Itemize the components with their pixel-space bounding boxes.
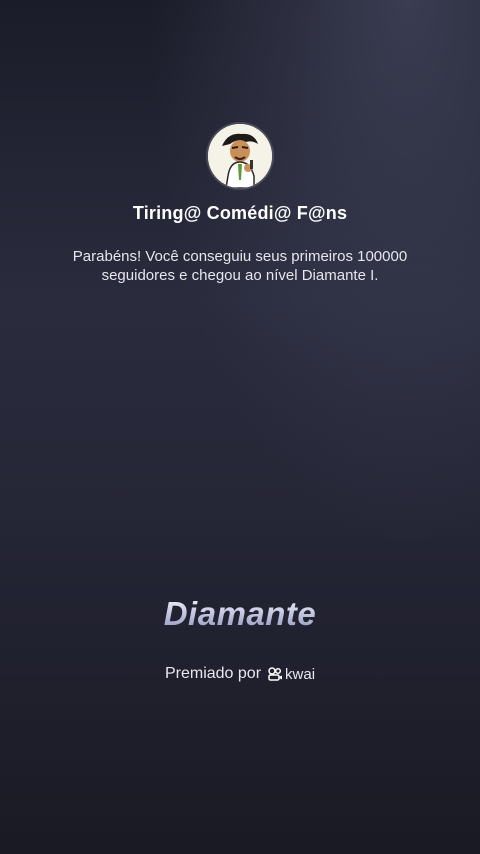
- brand: kwai: [267, 666, 315, 683]
- avatar[interactable]: [208, 124, 272, 188]
- awarded-by: Premiado por kwai: [0, 665, 480, 683]
- congratulations-message: Parabéns! Você conseguiu seus primeiros …: [72, 248, 408, 284]
- awarded-by-label: Premiado por: [164, 665, 262, 682]
- level-title: Diamante: [0, 595, 480, 633]
- brand-name: kwai: [285, 665, 316, 683]
- cartoon-avatar-icon: [208, 124, 272, 188]
- kwai-logo-icon: [268, 667, 283, 681]
- username: Tiring@ Comédi@ F@ns: [132, 203, 348, 223]
